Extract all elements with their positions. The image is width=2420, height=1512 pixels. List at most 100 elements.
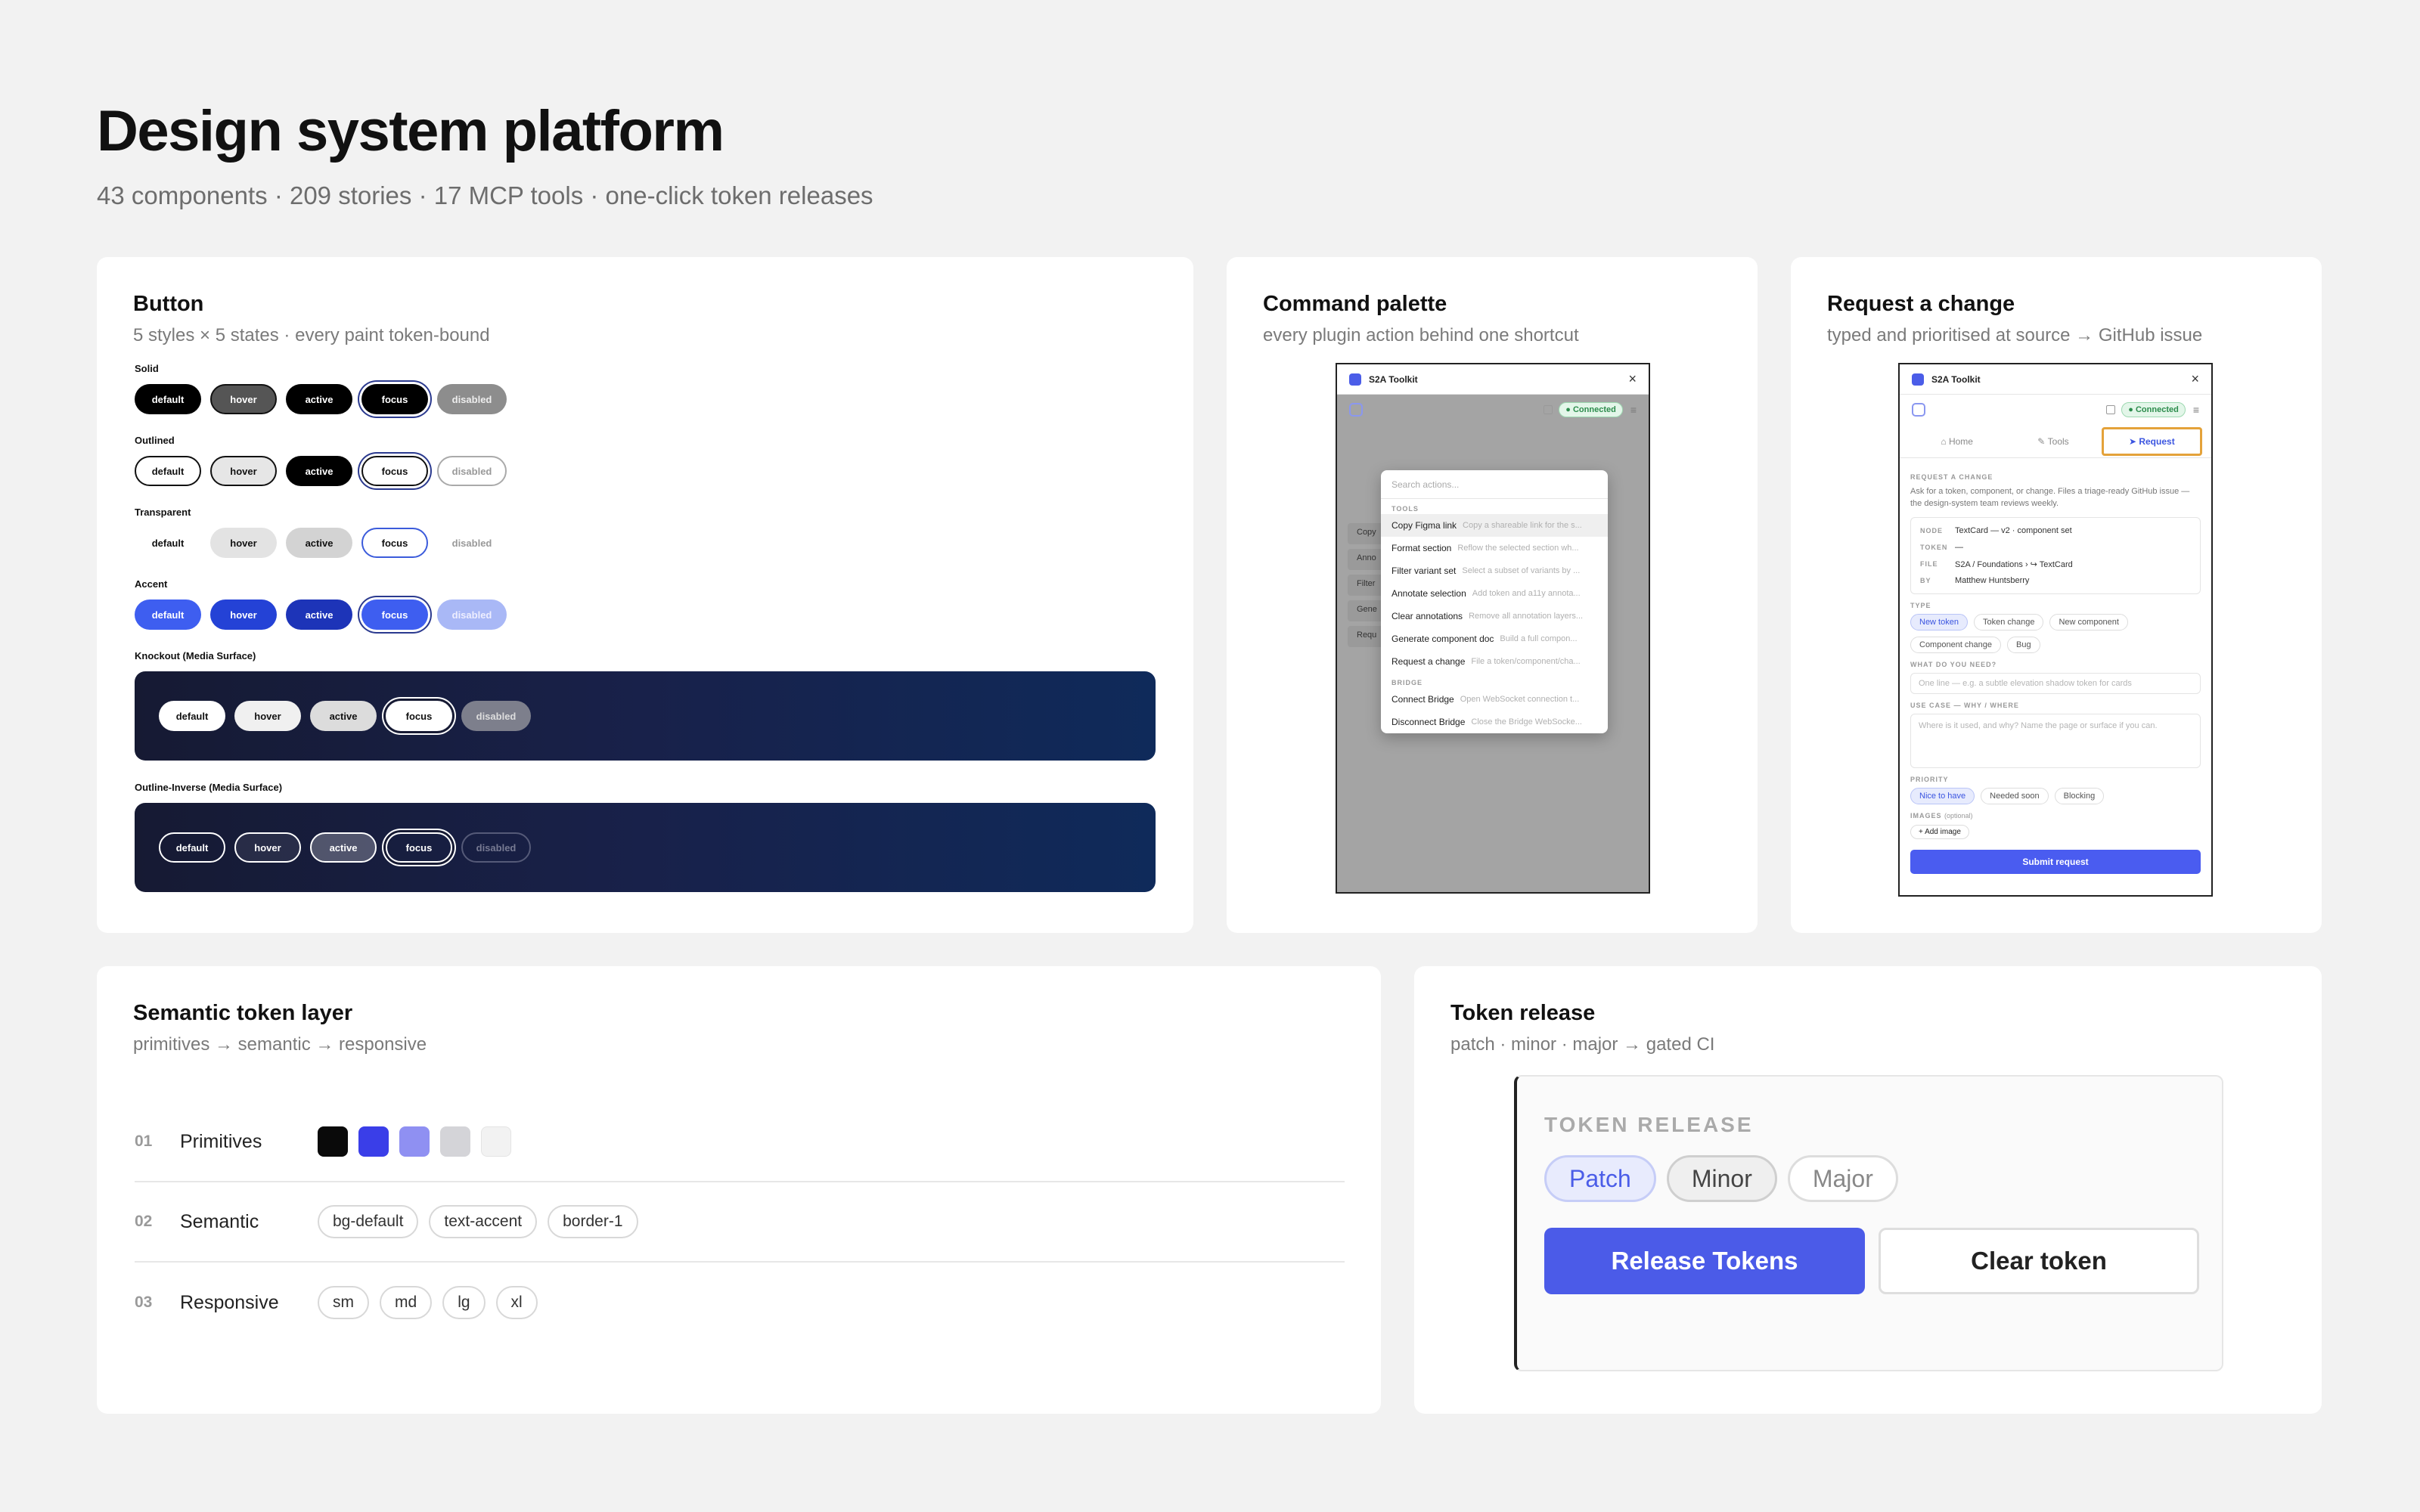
usecase-textarea[interactable]: Where is it used, and why? Name the page… <box>1910 714 2201 768</box>
outline-inverse-active-button[interactable]: active <box>310 832 377 863</box>
palette-item-desc: Copy a shareable link for the s... <box>1463 521 1582 530</box>
transparent-active-button[interactable]: active <box>286 528 352 558</box>
palette-search-input[interactable]: Search actions... <box>1381 470 1608 499</box>
palette-item-name: Clear annotations <box>1392 611 1463 621</box>
palette-item[interactable]: Disconnect Bridge Close the Bridge WebSoc… <box>1381 711 1608 733</box>
card-title: Command palette <box>1263 292 1447 316</box>
card-title: Request a change <box>1827 292 2015 316</box>
layer-name: Primitives <box>180 1130 262 1152</box>
priority-chip[interactable]: Needed soon <box>1981 788 2049 804</box>
accent-disabled-button: disabled <box>437 600 507 630</box>
layer-name: Responsive <box>180 1291 279 1313</box>
knockout-default-button[interactable]: default <box>159 701 225 731</box>
tab-request[interactable]: ➤ Request <box>2101 426 2202 456</box>
copy-icon[interactable] <box>1544 405 1553 414</box>
solid-hover-button[interactable]: hover <box>210 384 277 414</box>
palette-item[interactable]: Generate component doc Build a full compo… <box>1381 627 1608 650</box>
plugin-window: S2A Toolkit × ● Connected ≡ Copy Anno Fi… <box>1336 363 1650 894</box>
transparent-disabled-button: disabled <box>451 537 492 549</box>
type-chip[interactable]: New component <box>2049 614 2128 631</box>
meta-key: FILE <box>1920 560 1938 568</box>
section-label: PRIORITY <box>1910 776 1949 783</box>
outlined-focus-button[interactable]: focus <box>361 456 428 486</box>
type-chip[interactable]: Bug <box>2007 637 2040 653</box>
target-icon[interactable] <box>1349 403 1363 417</box>
meta-value: Matthew Huntsberry <box>1955 576 2030 585</box>
type-chip[interactable]: Token change <box>1973 614 2044 631</box>
transparent-hover-button[interactable]: hover <box>210 528 277 558</box>
accent-hover-button[interactable]: hover <box>210 600 277 630</box>
wrench-icon: ✎ <box>2037 435 2048 447</box>
transparent-focus-button[interactable]: focus <box>361 528 428 558</box>
transparent-default-button[interactable]: default <box>135 528 201 558</box>
palette-item[interactable]: Format section Reflow the selected sectio… <box>1381 537 1608 559</box>
layer-row-semantic: 02 Semantic bg-default text-accent borde… <box>135 1182 1345 1263</box>
meta-row: NODE TextCard — v2 · component set <box>1920 522 2191 539</box>
copy-icon[interactable] <box>2106 405 2116 414</box>
menu-icon[interactable]: ≡ <box>2193 404 2199 416</box>
palette-item[interactable]: Connect Bridge Open WebSocket connection … <box>1381 688 1608 711</box>
modal-backdrop[interactable]: ● Connected ≡ Copy Anno Filter Gene Requ… <box>1337 395 1649 892</box>
palette-item[interactable]: Clear annotations Remove all annotation l… <box>1381 605 1608 627</box>
clear-token-button[interactable]: Clear token <box>1879 1228 2199 1294</box>
token-tag: md <box>380 1286 433 1319</box>
outlined-active-button[interactable]: active <box>286 456 352 486</box>
knockout-focus-button[interactable]: focus <box>386 701 452 731</box>
segment-patch[interactable]: Patch <box>1544 1155 1656 1202</box>
meta-value: — <box>1955 543 1963 552</box>
accent-focus-button[interactable]: focus <box>361 600 428 630</box>
button-row-outlined: default hover active focus disabled <box>135 456 507 486</box>
group-label-outlined: Outlined <box>135 435 175 446</box>
token-tag: lg <box>442 1286 486 1319</box>
add-image-button[interactable]: + Add image <box>1910 825 1969 839</box>
layer-row-responsive: 03 Responsive sm md lg xl <box>135 1263 1345 1343</box>
command-palette: Search actions... TOOLS Copy Figma link C… <box>1381 470 1608 733</box>
release-tokens-button[interactable]: Release Tokens <box>1544 1228 1865 1294</box>
outlined-hover-button[interactable]: hover <box>210 456 277 486</box>
palette-item[interactable]: Filter variant set Select a subset of var… <box>1381 559 1608 582</box>
palette-item[interactable]: Copy Figma link Copy a shareable link for… <box>1381 514 1608 537</box>
accent-default-button[interactable]: default <box>135 600 201 630</box>
outline-inverse-hover-button[interactable]: hover <box>234 832 301 863</box>
palette-item[interactable]: Request a change File a token/component/c… <box>1381 650 1608 673</box>
palette-section-label: BRIDGE <box>1392 679 1423 686</box>
submit-request-button[interactable]: Submit request <box>1910 850 2201 874</box>
responsive-tags: sm md lg xl <box>318 1286 538 1319</box>
close-icon[interactable]: × <box>1628 371 1637 387</box>
section-label: USE CASE — WHY / WHERE <box>1910 702 2019 709</box>
solid-focus-button[interactable]: focus <box>361 384 428 414</box>
tab-tools[interactable]: ✎ Tools <box>2005 427 2101 456</box>
knockout-hover-button[interactable]: hover <box>234 701 301 731</box>
need-input[interactable]: One line — e.g. a subtle elevation shado… <box>1910 673 2201 694</box>
color-swatch <box>318 1126 348 1157</box>
tab-home[interactable]: ⌂ Home <box>1909 427 2005 456</box>
palette-item[interactable]: Annotate selection Add token and a11y ann… <box>1381 582 1608 605</box>
outlined-default-button[interactable]: default <box>135 456 201 486</box>
priority-chip[interactable]: Nice to have <box>1910 788 1975 804</box>
target-icon[interactable] <box>1912 403 1925 417</box>
type-chip[interactable]: Component change <box>1910 637 2002 653</box>
accent-active-button[interactable]: active <box>286 600 352 630</box>
card-subtitle: every plugin action behind one shortcut <box>1263 325 1579 345</box>
color-swatch <box>399 1126 430 1157</box>
token-release-panel: TOKEN RELEASE Patch Minor Major Release … <box>1514 1075 2223 1371</box>
type-chip[interactable]: New token <box>1910 614 1968 631</box>
menu-icon[interactable]: ≡ <box>1630 404 1637 416</box>
token-release-card: Token release patch · minor · major → ga… <box>1414 966 2322 1414</box>
button-card: Button 5 styles × 5 states · every paint… <box>97 257 1193 933</box>
outline-inverse-disabled-button: disabled <box>461 832 531 863</box>
outline-inverse-default-button[interactable]: default <box>159 832 225 863</box>
priority-chip[interactable]: Blocking <box>2054 788 2105 804</box>
outline-inverse-focus-button[interactable]: focus <box>386 832 452 863</box>
palette-item-name: Request a change <box>1392 656 1466 667</box>
segment-major[interactable]: Major <box>1787 1155 1898 1202</box>
close-icon[interactable]: × <box>2191 371 2199 387</box>
solid-default-button[interactable]: default <box>135 384 201 414</box>
solid-active-button[interactable]: active <box>286 384 352 414</box>
knockout-active-button[interactable]: active <box>310 701 377 731</box>
plugin-toolbar: ● Connected ≡ <box>1337 395 1649 425</box>
segment-minor[interactable]: Minor <box>1666 1155 1777 1202</box>
palette-item-desc: Add token and a11y annota... <box>1472 589 1581 598</box>
layer-number: 03 <box>135 1294 153 1311</box>
knockout-disabled-button: disabled <box>461 701 531 731</box>
